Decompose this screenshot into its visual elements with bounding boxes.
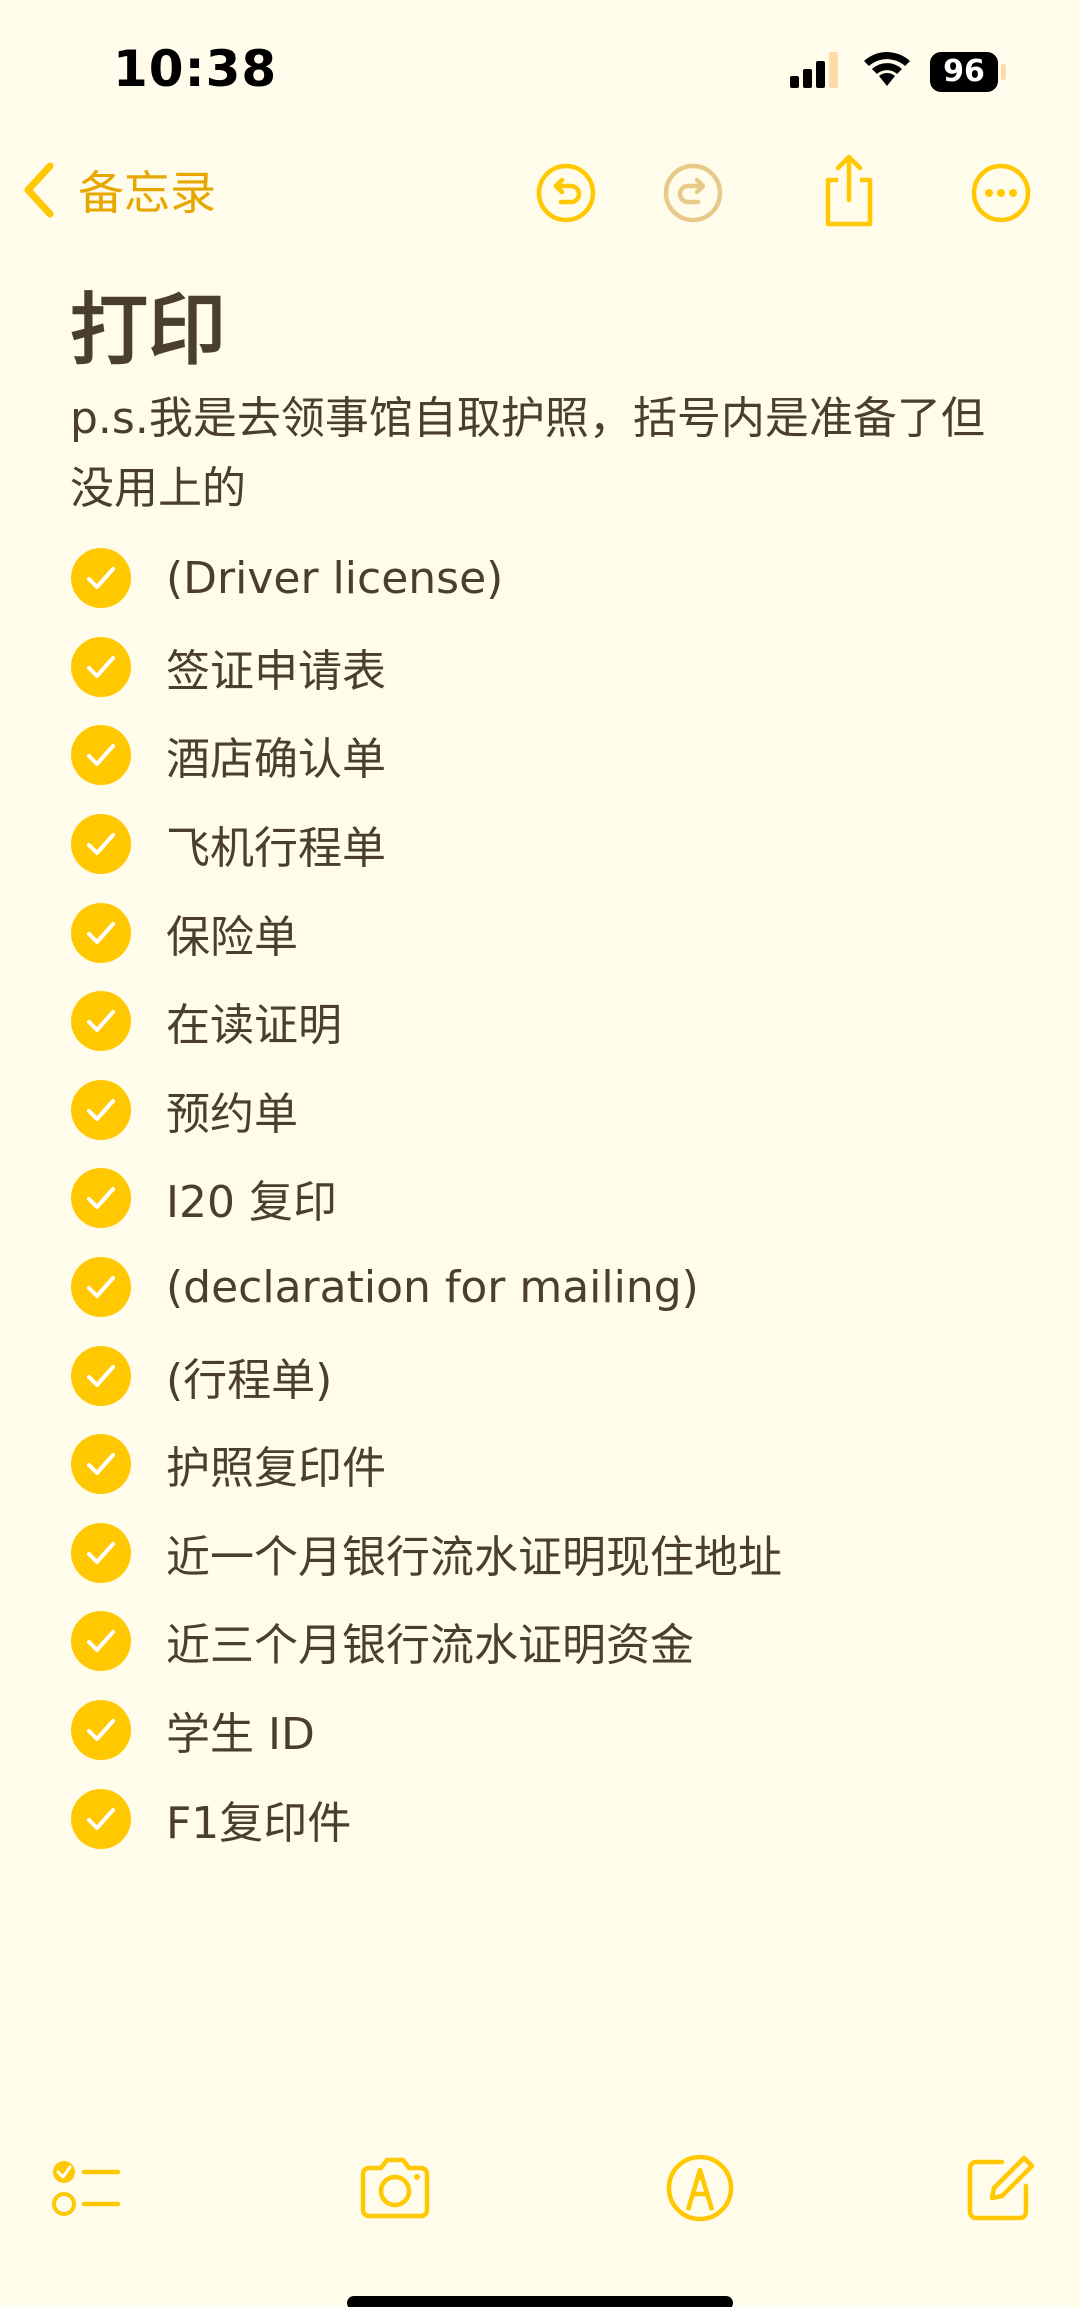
checklist-item: 飞机行程单	[70, 800, 1030, 889]
checklist-item: 护照复印件	[70, 1420, 1030, 1509]
checklist-icon[interactable]	[48, 2150, 124, 2226]
checklist-item-text[interactable]: F1复印件	[166, 1787, 351, 1851]
battery-cap	[1001, 64, 1006, 80]
checklist-item: 在读证明	[70, 977, 1030, 1066]
note-title[interactable]: 打印	[70, 268, 226, 380]
checked-circle-icon[interactable]	[70, 1079, 132, 1141]
redo-icon[interactable]	[662, 162, 724, 224]
checklist-item-text[interactable]: 预约单	[166, 1078, 298, 1142]
compose-icon[interactable]	[962, 2150, 1038, 2226]
checklist-item: (Driver license)	[70, 534, 1030, 623]
note-description[interactable]: p.s.我是去领事馆自取护照，括号内是准备了但没用上的	[70, 384, 1020, 524]
status-bar: 10:38 96	[0, 0, 1080, 140]
checklist-item-text[interactable]: 近一个月银行流水证明现住地址	[166, 1521, 782, 1585]
checked-circle-icon[interactable]	[70, 724, 132, 786]
checked-circle-icon[interactable]	[70, 990, 132, 1052]
checked-circle-icon[interactable]	[70, 902, 132, 964]
checklist-item-text[interactable]: 学生 ID	[166, 1698, 315, 1762]
checked-circle-icon[interactable]	[70, 1256, 132, 1318]
checklist-item: 预约单	[70, 1066, 1030, 1155]
checklist-item-text[interactable]: 酒店确认单	[166, 723, 386, 787]
checklist-item-text[interactable]: 在读证明	[166, 989, 342, 1053]
checked-circle-icon[interactable]	[70, 1788, 132, 1850]
checklist-item: 酒店确认单	[70, 711, 1030, 800]
checklist-item: 近一个月银行流水证明现住地址	[70, 1509, 1030, 1598]
bottom-toolbar	[0, 2140, 1080, 2230]
wifi-icon	[864, 52, 910, 86]
undo-icon[interactable]	[535, 162, 597, 224]
checklist-item: I20 复印	[70, 1154, 1030, 1243]
signal-icon	[790, 52, 838, 88]
checked-circle-icon[interactable]	[70, 636, 132, 698]
back-label: 备忘录	[78, 166, 216, 220]
checked-circle-icon[interactable]	[70, 1433, 132, 1495]
checked-circle-icon[interactable]	[70, 1610, 132, 1672]
checklist-item-text[interactable]: 保险单	[166, 901, 298, 965]
camera-icon[interactable]	[357, 2150, 433, 2226]
battery-level: 96	[943, 54, 985, 89]
checked-circle-icon[interactable]	[70, 1522, 132, 1584]
checklist-item: (行程单)	[70, 1331, 1030, 1420]
back-button[interactable]: 备忘录	[20, 155, 216, 225]
checklist-item: F1复印件	[70, 1774, 1030, 1863]
checklist-item: 保险单	[70, 888, 1030, 977]
checklist: (Driver license) 签证申请表 酒店确认单 飞机行程单 保险单 在…	[70, 534, 1030, 1863]
checklist-item-text[interactable]: 飞机行程单	[166, 812, 386, 876]
home-indicator[interactable]	[347, 2296, 733, 2307]
chevron-left-icon	[24, 162, 54, 218]
checklist-item-text[interactable]: (Driver license)	[166, 553, 503, 604]
checklist-item: 学生 ID	[70, 1686, 1030, 1775]
status-time: 10:38	[113, 40, 278, 98]
nav-bar: 备忘录	[0, 150, 1080, 230]
checklist-item: 近三个月银行流水证明资金	[70, 1597, 1030, 1686]
checklist-item-text[interactable]: (行程单)	[166, 1344, 332, 1408]
markup-icon[interactable]	[662, 2150, 738, 2226]
checklist-item-text[interactable]: I20 复印	[166, 1166, 337, 1230]
checklist-item-text[interactable]: 签证申请表	[166, 635, 386, 699]
checked-circle-icon[interactable]	[70, 1167, 132, 1229]
notes-screen: 10:38 96 备忘录 打印 p.s.我是去领事馆自取护照，括号内是准备了但没…	[0, 0, 1080, 2307]
more-icon[interactable]	[970, 162, 1032, 224]
checked-circle-icon[interactable]	[70, 1345, 132, 1407]
checked-circle-icon[interactable]	[70, 547, 132, 609]
checklist-item: 签证申请表	[70, 623, 1030, 712]
checked-circle-icon[interactable]	[70, 1699, 132, 1761]
checklist-item-text[interactable]: (declaration for mailing)	[166, 1262, 699, 1313]
checked-circle-icon[interactable]	[70, 813, 132, 875]
checklist-item-text[interactable]: 近三个月银行流水证明资金	[166, 1609, 694, 1673]
share-icon[interactable]	[818, 154, 880, 228]
battery-icon: 96	[930, 52, 998, 92]
checklist-item: (declaration for mailing)	[70, 1243, 1030, 1332]
checklist-item-text[interactable]: 护照复印件	[166, 1432, 386, 1496]
